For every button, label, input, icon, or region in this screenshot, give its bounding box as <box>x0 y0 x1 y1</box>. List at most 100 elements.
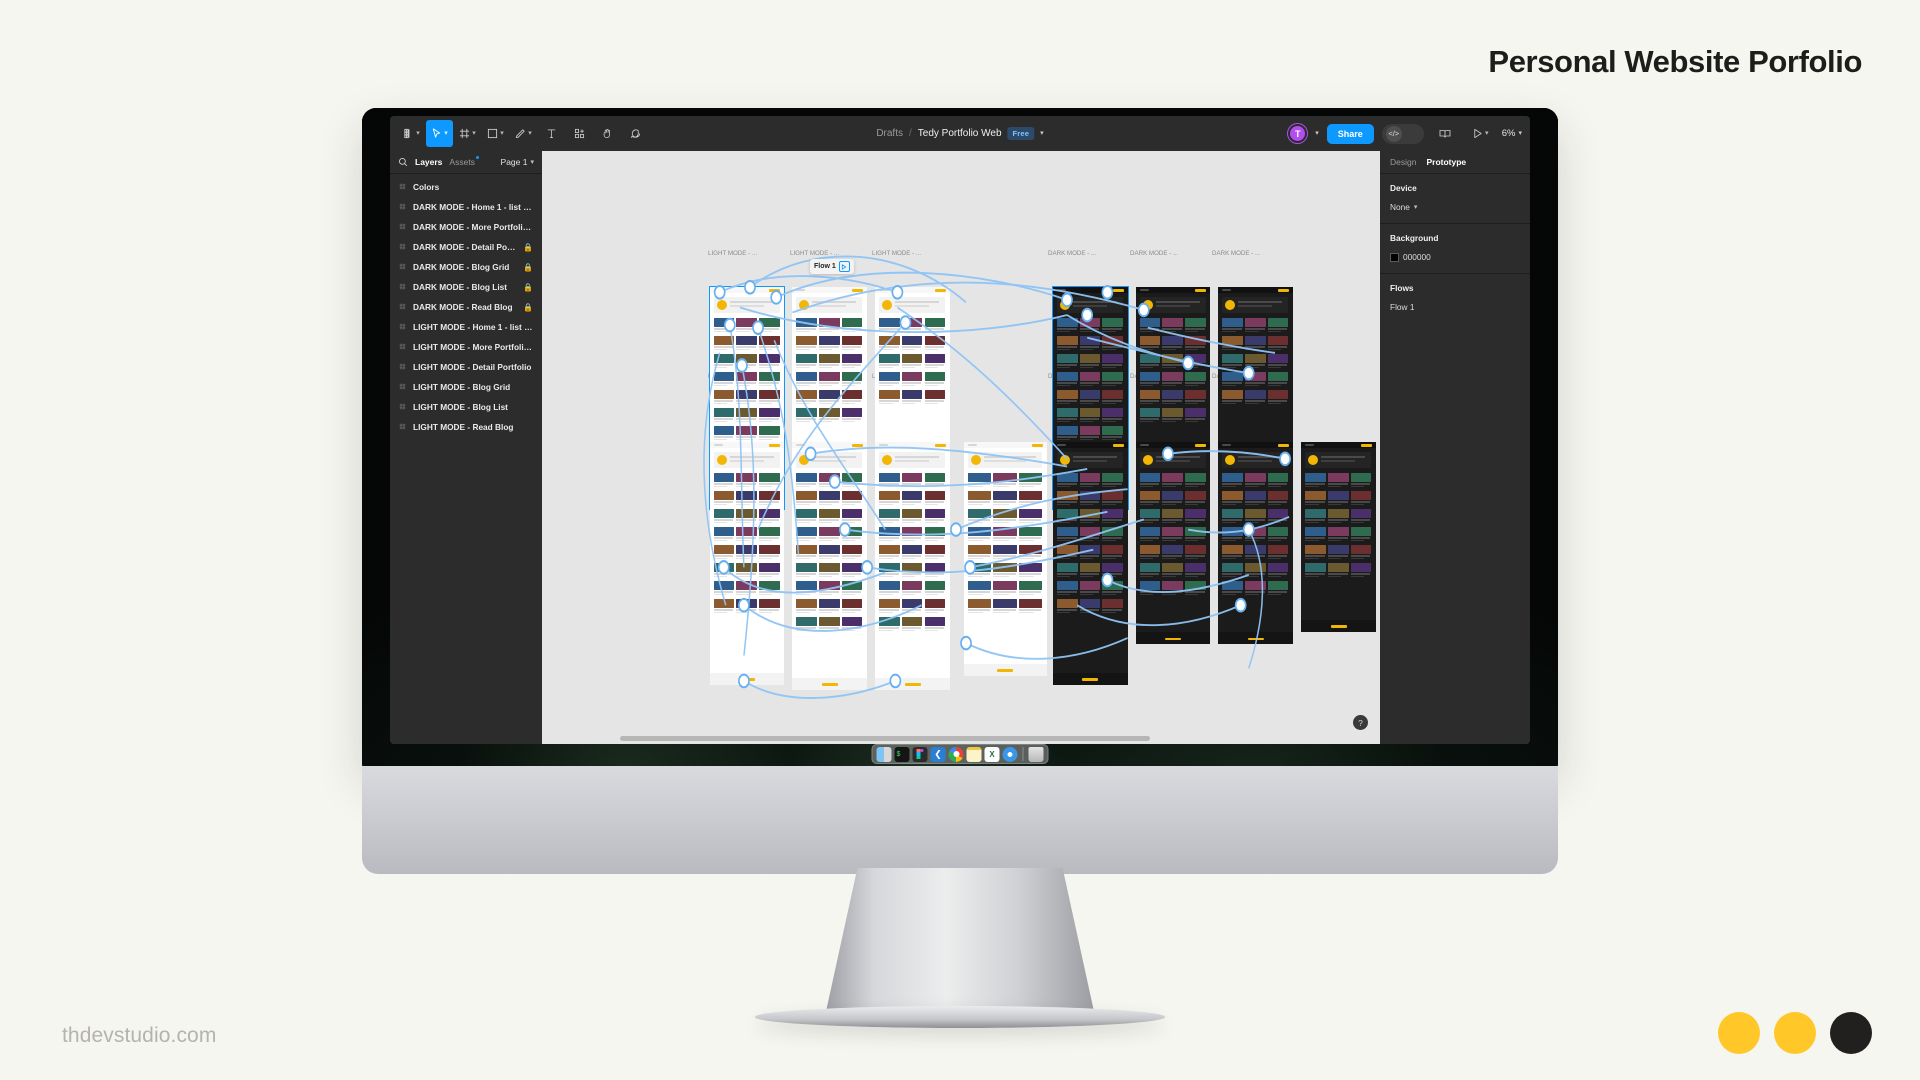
present-play-icon[interactable]: ▾ <box>1467 120 1494 147</box>
pen-tool-icon[interactable]: ▾ <box>510 120 537 147</box>
dock-item-notes[interactable] <box>966 746 982 762</box>
help-button[interactable]: ? <box>1353 715 1368 730</box>
artboard-frame[interactable] <box>792 442 868 690</box>
frame-icon <box>399 182 406 192</box>
layer-row[interactable]: Colors <box>390 177 542 197</box>
text-tool-icon[interactable] <box>538 120 565 147</box>
dock-item-figma[interactable] <box>912 746 928 762</box>
layer-row[interactable]: DARK MODE - Detail Port... 🔒 <box>390 237 542 257</box>
shape-tool-icon[interactable]: ▾ <box>482 120 509 147</box>
frame-label[interactable]: DARK MODE - ... <box>1130 250 1178 257</box>
tab-design[interactable]: Design <box>1390 157 1416 167</box>
artboard-frame[interactable] <box>1218 287 1294 454</box>
flow-start-badge[interactable]: Flow 1 <box>810 259 854 274</box>
collaborators-chevron-down-icon[interactable]: ▾ <box>1315 130 1319 137</box>
file-name[interactable]: Tedy Portfolio Web <box>918 128 1002 139</box>
dock-item-finder[interactable] <box>876 746 892 762</box>
dock-separator <box>1022 747 1024 761</box>
device-select[interactable]: None ▾ <box>1390 202 1520 212</box>
frame-label[interactable]: DARK MODE - ... <box>1048 250 1096 257</box>
layer-name: DARK MODE - More Portfolio Grid <box>413 222 533 232</box>
artboard-frame[interactable] <box>1052 442 1128 685</box>
file-menu-chevron-down-icon[interactable]: ▾ <box>1040 130 1044 137</box>
layer-row[interactable]: LIGHT MODE - More Portfolio Grid <box>390 337 542 357</box>
dock-item-excel[interactable]: X <box>984 746 1000 762</box>
frame-icon <box>399 322 406 332</box>
artboard-frame[interactable] <box>709 442 785 685</box>
layer-row[interactable]: LIGHT MODE - Read Blog <box>390 417 542 437</box>
layer-name: DARK MODE - Detail Port... <box>413 242 517 252</box>
move-tool-icon[interactable]: ▾ <box>426 120 453 147</box>
layer-row[interactable]: LIGHT MODE - Home 1 - list portf... <box>390 317 542 337</box>
flows-section: Flows Flow 1 <box>1380 274 1530 323</box>
dock-item-safari[interactable] <box>1002 746 1018 762</box>
tab-assets[interactable]: Assets <box>449 156 479 167</box>
layer-name: DARK MODE - Blog Grid <box>413 262 510 272</box>
dock-item-trash[interactable] <box>1028 746 1044 762</box>
frame-icon <box>399 202 406 212</box>
layer-row[interactable]: LIGHT MODE - Detail Portfolio <box>390 357 542 377</box>
artboard-frame[interactable] <box>1301 442 1376 632</box>
artboard-frame[interactable] <box>1135 442 1211 645</box>
flow-item[interactable]: Flow 1 <box>1390 302 1520 312</box>
monitor-stand-foot <box>755 1006 1165 1028</box>
layer-name: DARK MODE - Blog List <box>413 282 508 292</box>
dock-item-vscode[interactable]: ❮ <box>930 746 946 762</box>
layer-row[interactable]: DARK MODE - Read Blog 🔒 <box>390 297 542 317</box>
lock-icon[interactable]: 🔒 <box>523 303 533 312</box>
layer-row[interactable]: LIGHT MODE - Blog Grid <box>390 377 542 397</box>
avatar[interactable]: T <box>1288 124 1308 143</box>
layer-name: LIGHT MODE - Detail Portfolio <box>413 362 532 372</box>
layer-row[interactable]: DARK MODE - Blog Grid 🔒 <box>390 257 542 277</box>
tab-layers[interactable]: Layers <box>415 157 442 167</box>
frame-label[interactable]: DARK MODE - ... <box>1212 250 1260 257</box>
layer-row[interactable]: DARK MODE - Home 1 - list portfo... <box>390 197 542 217</box>
frame-icon <box>399 342 406 352</box>
layer-name: LIGHT MODE - Blog Grid <box>413 382 511 392</box>
artboard-frame[interactable] <box>875 287 950 454</box>
layer-row[interactable]: DARK MODE - Blog List 🔒 <box>390 277 542 297</box>
lock-icon[interactable]: 🔒 <box>523 263 533 272</box>
layers-list[interactable]: Colors DARK MODE - Home 1 - list portfo..… <box>390 174 542 437</box>
dev-mode-toggle[interactable]: </> <box>1381 123 1424 144</box>
artboard-frame[interactable] <box>875 442 950 690</box>
lock-icon[interactable]: 🔒 <box>523 243 533 252</box>
share-button[interactable]: Share <box>1326 123 1374 144</box>
layer-row[interactable]: LIGHT MODE - Blog List <box>390 397 542 417</box>
zoom-control[interactable]: 6% ▾ <box>1502 128 1522 139</box>
background-color-value[interactable]: 000000 <box>1403 252 1431 262</box>
background-color-row[interactable]: 000000 <box>1390 252 1520 262</box>
hand-tool-icon[interactable] <box>594 120 621 147</box>
breadcrumb-drafts[interactable]: Drafts <box>876 128 903 139</box>
layer-row[interactable]: DARK MODE - More Portfolio Grid <box>390 217 542 237</box>
tab-prototype[interactable]: Prototype <box>1426 157 1466 167</box>
artboard-frame[interactable] <box>964 442 1047 676</box>
toolbar-right-group: T ▾ Share </> ▾ 6% ▾ <box>1288 120 1522 147</box>
main-menu-icon[interactable]: ▾ <box>398 120 425 147</box>
lock-icon[interactable]: 🔒 <box>523 283 533 292</box>
frame-tool-icon[interactable]: ▾ <box>454 120 481 147</box>
flows-section-title: Flows <box>1390 283 1414 293</box>
frame-label[interactable]: LIGHT MODE - ... <box>790 250 839 257</box>
page-selector[interactable]: Page 1 ▾ <box>501 157 534 167</box>
frame-icon <box>399 382 406 392</box>
frame-icon <box>399 362 406 372</box>
library-book-icon[interactable] <box>1432 120 1459 147</box>
comment-tool-icon[interactable] <box>622 120 649 147</box>
frame-icon <box>399 222 406 232</box>
figma-canvas[interactable]: LIGHT MODE - ... LIGHT MODE - ... LIGHT … <box>542 151 1380 744</box>
background-color-chip[interactable] <box>1390 252 1399 262</box>
frame-label[interactable]: LIGHT MODE - ... <box>708 250 757 257</box>
monitor-chin <box>362 766 1558 874</box>
plan-badge[interactable]: Free <box>1007 127 1035 140</box>
layer-name: LIGHT MODE - Read Blog <box>413 422 514 432</box>
frame-label[interactable]: LIGHT MODE - ... <box>872 250 921 257</box>
components-tool-icon[interactable] <box>566 120 593 147</box>
dock-item-chrome[interactable] <box>948 746 964 762</box>
artboard-frame[interactable] <box>1218 442 1294 645</box>
search-icon[interactable] <box>398 157 408 167</box>
watermark: thdevstudio.com <box>62 1024 217 1047</box>
swatch-2 <box>1774 1012 1816 1054</box>
canvas-horizontal-scrollbar[interactable] <box>620 736 1150 741</box>
dock-item-terminal[interactable]: $ <box>894 746 910 762</box>
